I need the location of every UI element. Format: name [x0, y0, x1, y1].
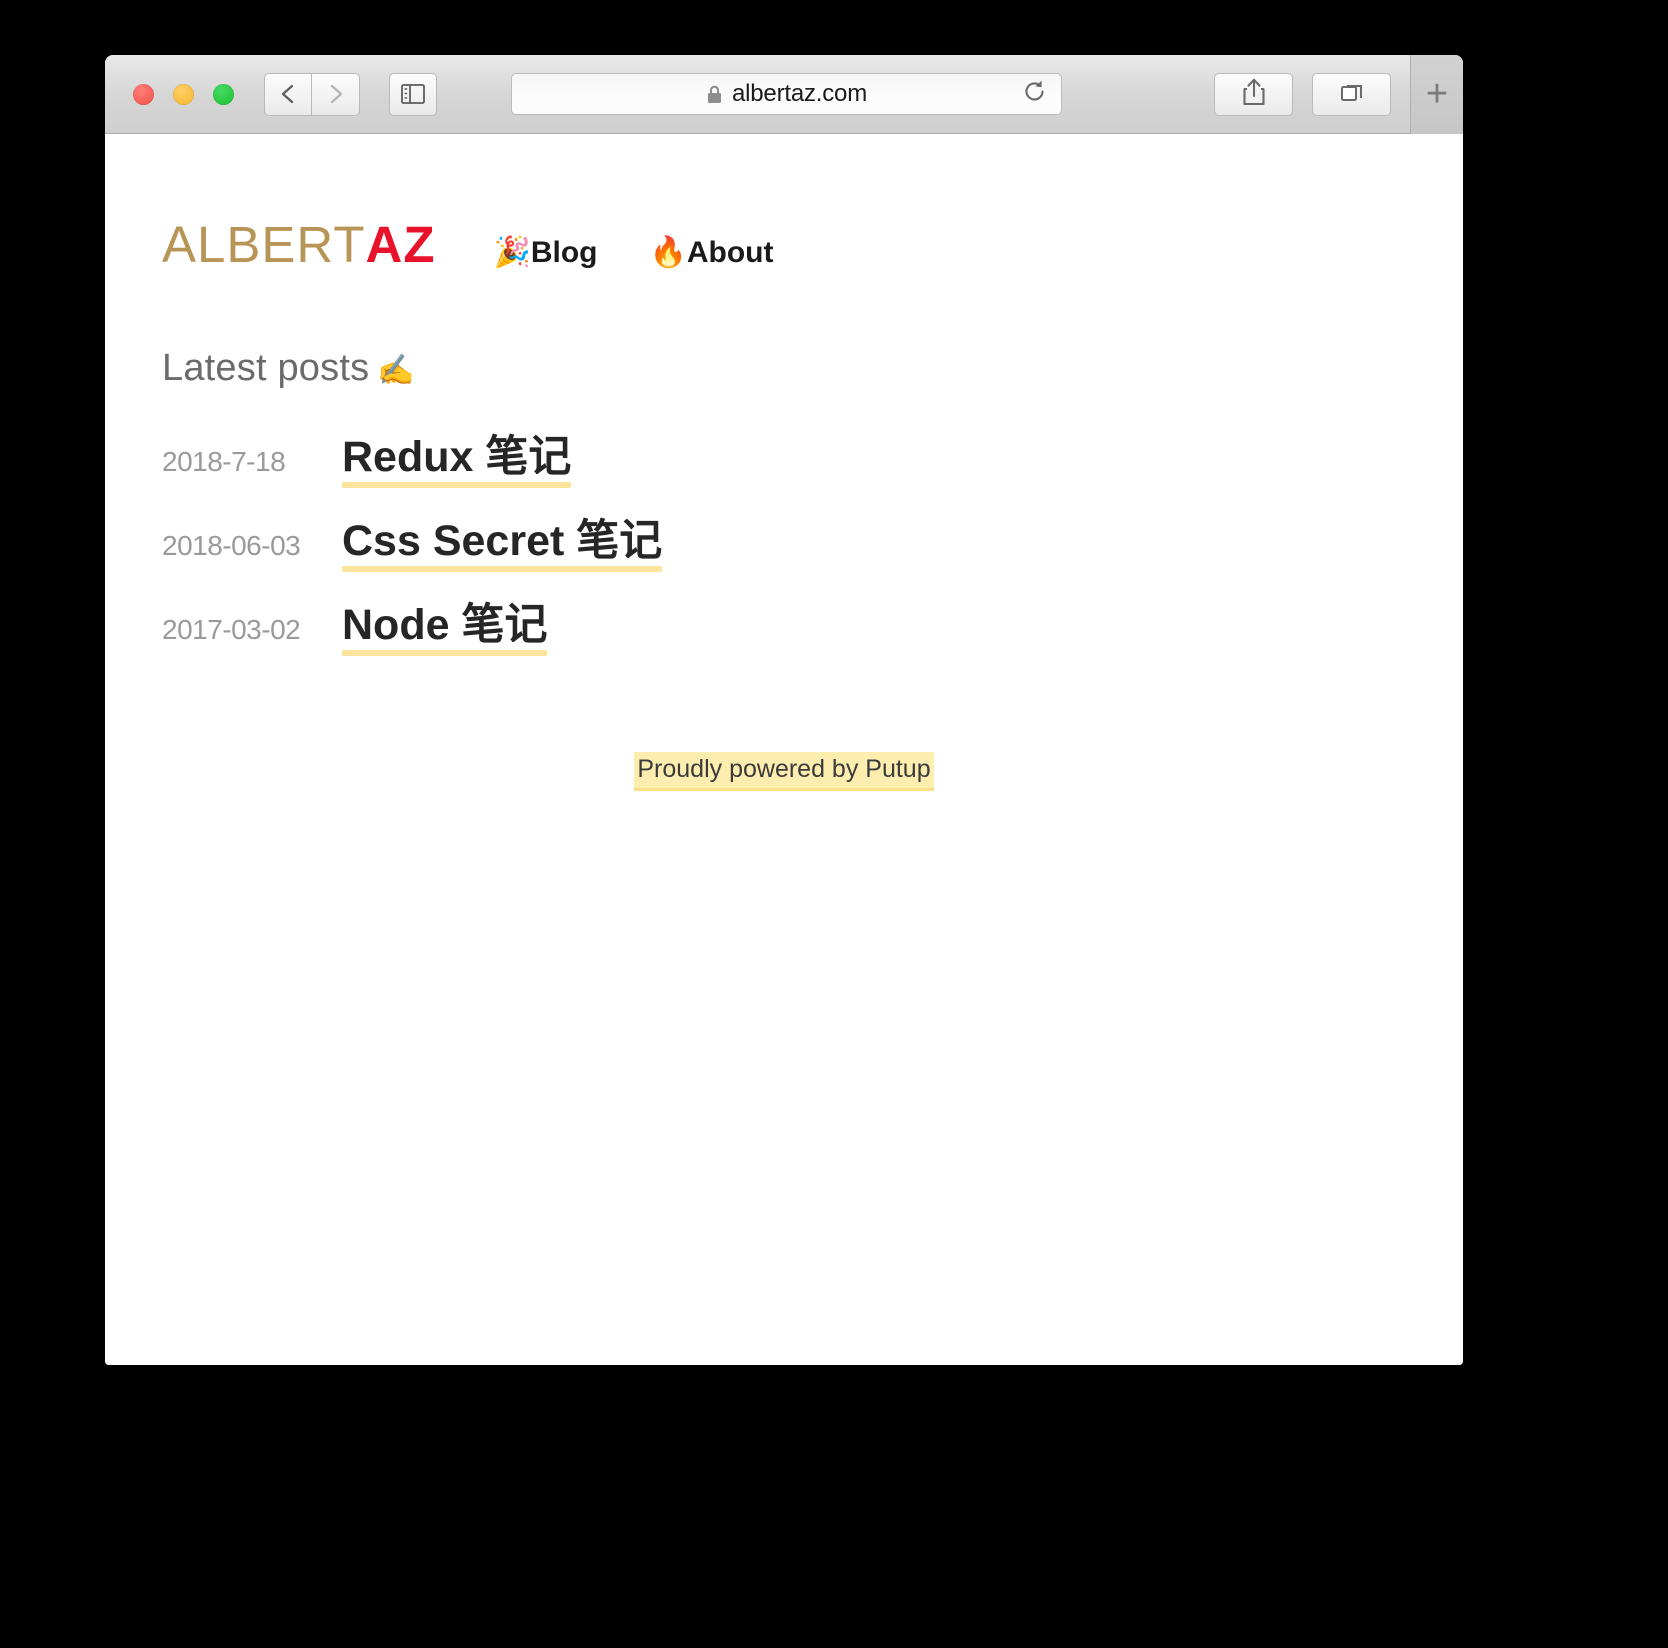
back-button[interactable] — [264, 72, 312, 116]
post-list: 2018-7-18 Redux 笔记 2018-06-03 Css Secret… — [105, 390, 1463, 656]
show-sidebar-button[interactable] — [389, 72, 437, 116]
close-window-button[interactable] — [133, 83, 154, 105]
post-title-link[interactable]: Css Secret 笔记 — [342, 506, 663, 572]
footer-credit-text[interactable]: Proudly powered by Putup — [634, 752, 934, 792]
sidebar-icon — [401, 84, 425, 104]
navigation-buttons — [264, 72, 360, 116]
fire-icon: 🔥 — [649, 236, 687, 269]
list-item: 2017-03-02 Node 笔记 — [105, 590, 1463, 656]
post-title-link[interactable]: Redux 笔记 — [342, 422, 572, 488]
chevron-left-icon — [278, 82, 298, 106]
party-popper-icon: 🎉 — [493, 236, 531, 269]
site-header: ALBERTAZ 🎉 Blog 🔥 About — [105, 134, 1463, 270]
reload-icon — [1021, 78, 1048, 110]
site-footer: Proudly powered by Putup — [105, 674, 1463, 792]
plus-icon: + — [1425, 73, 1449, 115]
list-item: 2018-06-03 Css Secret 笔记 — [105, 506, 1463, 572]
nav-item-blog[interactable]: 🎉 Blog — [493, 235, 597, 270]
logo-part-albert: ALBERT — [162, 216, 366, 273]
address-bar[interactable]: albertaz.com — [511, 73, 1062, 115]
chevron-right-icon — [326, 82, 346, 106]
lock-icon — [706, 84, 723, 105]
nav-item-blog-label: Blog — [530, 236, 598, 269]
nav-item-about-label: About — [686, 236, 774, 269]
url-text: albertaz.com — [732, 80, 867, 107]
logo-part-az: AZ — [365, 216, 436, 273]
post-date: 2018-06-03 — [162, 530, 301, 561]
post-date: 2017-03-02 — [162, 614, 301, 645]
site-logo[interactable]: ALBERTAZ — [162, 219, 435, 270]
post-title-link[interactable]: Node 笔记 — [342, 590, 548, 656]
browser-toolbar: albertaz.com + — [105, 55, 1463, 134]
forward-button[interactable] — [312, 72, 360, 116]
page-content: ALBERTAZ 🎉 Blog 🔥 About Latest posts ✍ 2018… — [105, 134, 1463, 1365]
browser-window: albertaz.com + ALBERTAZ 🎉 Blog 🔥 About L… — [105, 55, 1463, 1365]
list-item: 2018-7-18 Redux 笔记 — [105, 422, 1463, 488]
minimize-window-button[interactable] — [173, 83, 194, 105]
new-tab-button[interactable]: + — [1410, 55, 1463, 134]
tabs-overview-icon — [1338, 79, 1366, 110]
page-title: Latest posts ✍ — [105, 270, 1463, 390]
share-icon — [1241, 77, 1267, 112]
toolbar-right-group: + — [1214, 55, 1463, 134]
page-title-text: Latest posts — [162, 347, 370, 389]
maximize-window-button[interactable] — [213, 83, 234, 105]
post-date: 2018-7-18 — [162, 446, 286, 477]
writing-hand-icon: ✍ — [377, 354, 415, 387]
window-controls — [133, 83, 234, 105]
share-button[interactable] — [1214, 72, 1293, 116]
reload-button[interactable] — [1007, 73, 1062, 115]
show-all-tabs-button[interactable] — [1312, 72, 1391, 116]
main-nav: 🎉 Blog 🔥 About — [493, 235, 773, 270]
nav-item-about[interactable]: 🔥 About — [649, 235, 773, 270]
